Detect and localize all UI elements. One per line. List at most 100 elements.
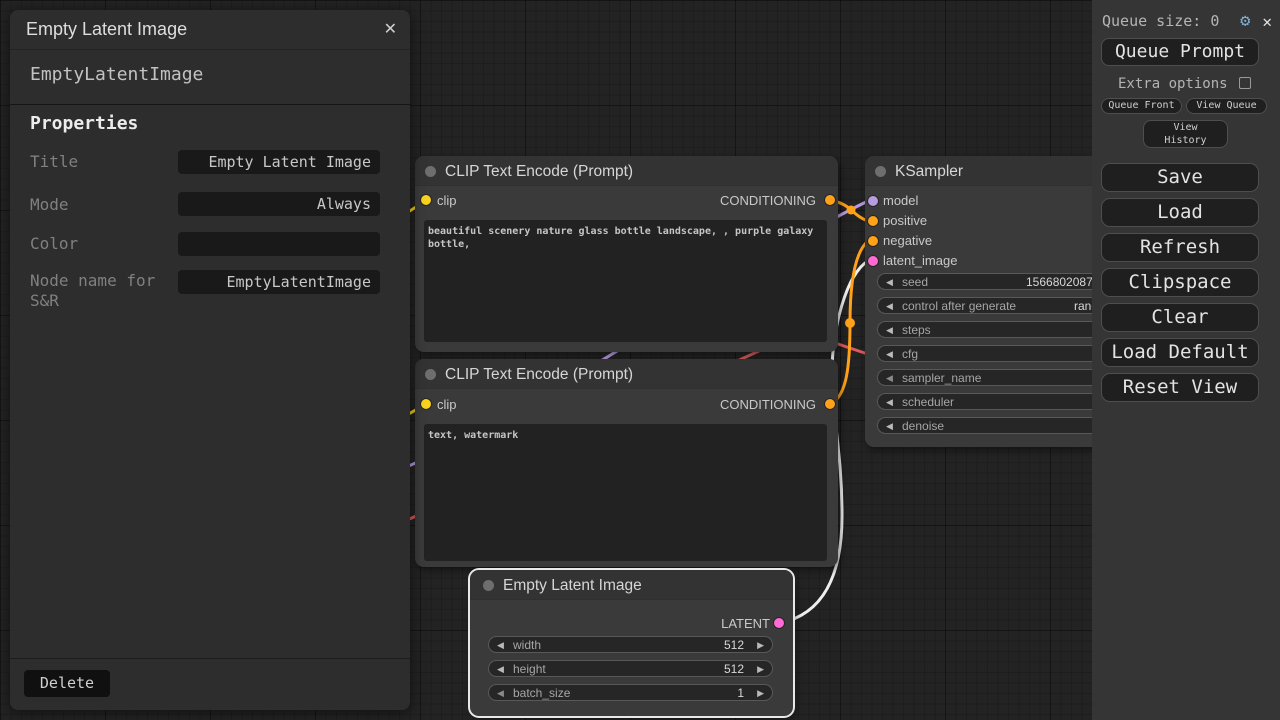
extra-options-checkbox[interactable]: [1239, 77, 1251, 89]
color-field[interactable]: [178, 232, 380, 256]
widget-value: 1: [737, 685, 744, 701]
comfyui-menu: Queue size: 0 ⚙ ✕ Queue Prompt Extra opt…: [1092, 0, 1280, 720]
node-name-field[interactable]: EmptyLatentImage: [178, 270, 380, 294]
increment-arrow-icon[interactable]: [757, 637, 764, 653]
prompt-textarea[interactable]: text, watermark: [424, 424, 827, 561]
collapse-dot-icon[interactable]: [425, 166, 436, 177]
refresh-button[interactable]: Refresh: [1101, 233, 1259, 262]
input-label: positive: [883, 213, 927, 228]
title-field[interactable]: Empty Latent Image: [178, 150, 380, 174]
field-label-title: Title: [30, 152, 168, 172]
panel-title: Empty Latent Image: [26, 19, 187, 40]
properties-heading: Properties: [30, 113, 138, 134]
input-label: latent_image: [883, 253, 957, 268]
node-type-label: EmptyLatentImage: [30, 64, 203, 85]
node-title: Empty Latent Image: [503, 577, 642, 595]
increment-arrow-icon[interactable]: [757, 685, 764, 701]
divider: [10, 104, 410, 105]
load-default-button[interactable]: Load Default: [1101, 338, 1259, 367]
widget-label: scheduler: [902, 394, 954, 410]
output-slot-conditioning[interactable]: [825, 399, 835, 409]
clipspace-button[interactable]: Clipspace: [1101, 268, 1259, 297]
view-queue-button[interactable]: View Queue: [1186, 98, 1267, 114]
node-title: CLIP Text Encode (Prompt): [445, 163, 633, 181]
input-slot-positive[interactable]: [868, 216, 878, 226]
link-midpoint-dot[interactable]: [845, 318, 855, 328]
input-slot-clip[interactable]: [421, 195, 431, 205]
input-slot-model[interactable]: [868, 196, 878, 206]
view-history-button[interactable]: View History: [1143, 120, 1228, 148]
widget-value: 1566802087: [1026, 274, 1093, 290]
field-label-color: Color: [30, 234, 168, 254]
input-label: clip: [437, 397, 457, 412]
decrement-arrow-icon[interactable]: [497, 685, 504, 701]
output-slot-latent[interactable]: [774, 618, 784, 628]
queue-prompt-button[interactable]: Queue Prompt: [1101, 38, 1259, 66]
widget-height[interactable]: height 512: [488, 660, 773, 677]
collapse-dot-icon[interactable]: [425, 369, 436, 380]
node-title-bar[interactable]: CLIP Text Encode (Prompt): [415, 359, 838, 389]
input-label: clip: [437, 193, 457, 208]
input-slot-clip[interactable]: [421, 399, 431, 409]
output-label: CONDITIONING: [720, 193, 816, 208]
output-slot-conditioning[interactable]: [825, 195, 835, 205]
close-icon[interactable]: ✕: [1262, 12, 1272, 31]
clear-button[interactable]: Clear: [1101, 303, 1259, 332]
panel-title-bar: Empty Latent Image ✕: [10, 10, 410, 50]
widget-value: 512: [724, 661, 744, 677]
input-slot-negative[interactable]: [868, 236, 878, 246]
widget-label: steps: [902, 322, 931, 338]
decrement-arrow-icon[interactable]: [497, 637, 504, 653]
mode-field[interactable]: Always: [178, 192, 380, 216]
input-label: negative: [883, 233, 932, 248]
load-button[interactable]: Load: [1101, 198, 1259, 227]
output-label: CONDITIONING: [720, 397, 816, 412]
node-title-bar[interactable]: CLIP Text Encode (Prompt): [415, 156, 838, 186]
node-title: KSampler: [895, 163, 963, 181]
decrement-arrow-icon[interactable]: [497, 661, 504, 677]
settings-gear-icon[interactable]: ⚙: [1240, 11, 1250, 31]
node-clip-text-encode-negative[interactable]: CLIP Text Encode (Prompt) clip CONDITION…: [415, 359, 838, 567]
divider: [10, 658, 410, 659]
node-empty-latent-image[interactable]: Empty Latent Image LATENT width 512 heig…: [470, 570, 793, 716]
close-icon[interactable]: ✕: [384, 19, 397, 39]
decrement-arrow-icon[interactable]: [886, 370, 893, 386]
decrement-arrow-icon[interactable]: [886, 394, 893, 410]
field-label-node-name: Node name for S&R: [30, 271, 168, 311]
node-title: CLIP Text Encode (Prompt): [445, 366, 633, 384]
widget-label: batch_size: [513, 685, 570, 701]
node-properties-panel: Empty Latent Image ✕ EmptyLatentImage Pr…: [10, 10, 410, 710]
reset-view-button[interactable]: Reset View: [1101, 373, 1259, 402]
decrement-arrow-icon[interactable]: [886, 322, 893, 338]
decrement-arrow-icon[interactable]: [886, 418, 893, 434]
output-label: LATENT: [721, 616, 770, 631]
input-slot-latent-image[interactable]: [868, 256, 878, 266]
link-midpoint-dot[interactable]: [847, 206, 856, 215]
decrement-arrow-icon[interactable]: [886, 274, 893, 290]
collapse-dot-icon[interactable]: [875, 166, 886, 177]
delete-button[interactable]: Delete: [24, 670, 110, 697]
widget-label: control after generate: [902, 298, 1016, 314]
collapse-dot-icon[interactable]: [483, 580, 494, 591]
queue-front-button[interactable]: Queue Front: [1101, 98, 1182, 114]
node-clip-text-encode-positive[interactable]: CLIP Text Encode (Prompt) clip CONDITION…: [415, 156, 838, 352]
widget-label: height: [513, 661, 546, 677]
queue-size-label: Queue size: 0: [1102, 12, 1240, 30]
input-label: model: [883, 193, 918, 208]
field-label-mode: Mode: [30, 195, 168, 215]
decrement-arrow-icon[interactable]: [886, 298, 893, 314]
widget-label: denoise: [902, 418, 944, 434]
widget-label: seed: [902, 274, 928, 290]
widget-width[interactable]: width 512: [488, 636, 773, 653]
node-title-bar[interactable]: Empty Latent Image: [470, 570, 793, 600]
increment-arrow-icon[interactable]: [757, 661, 764, 677]
widget-label: sampler_name: [902, 370, 981, 386]
extra-options-label: Extra options: [1118, 76, 1228, 92]
widget-batch-size[interactable]: batch_size 1: [488, 684, 773, 701]
menu-header: Queue size: 0 ⚙ ✕: [1102, 10, 1272, 32]
decrement-arrow-icon[interactable]: [886, 346, 893, 362]
save-button[interactable]: Save: [1101, 163, 1259, 192]
prompt-textarea[interactable]: beautiful scenery nature glass bottle la…: [424, 220, 827, 342]
widget-value: 512: [724, 637, 744, 653]
extra-options-row: Extra options: [1092, 76, 1280, 92]
